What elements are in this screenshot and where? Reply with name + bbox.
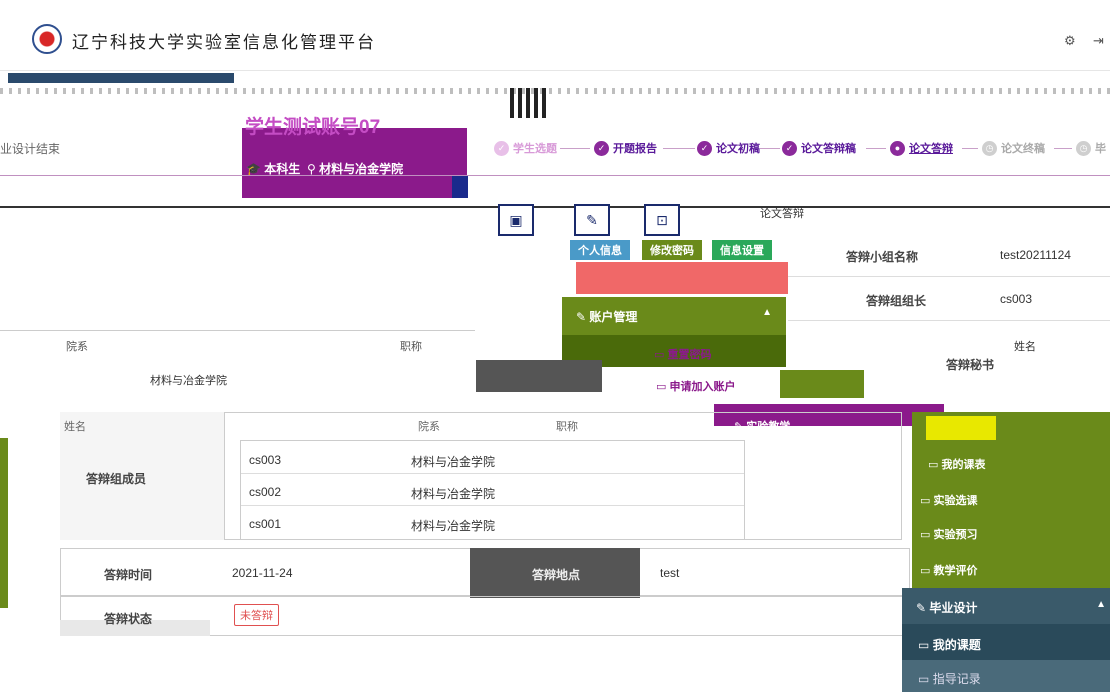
graduation-cap-icon: 🎓: [246, 162, 261, 176]
edit-icon: ✎: [916, 601, 927, 615]
overlay-block: [476, 360, 602, 392]
step-select[interactable]: ✓ 学生选题: [494, 140, 557, 156]
step-connector: [560, 148, 590, 149]
status-badge: 未答辩: [234, 604, 279, 626]
sidebar-item-evaluation[interactable]: ▭ 教学评价: [920, 562, 977, 578]
folder-icon: ▭: [920, 495, 931, 507]
row-divider: [788, 276, 1110, 277]
chevron-up-icon: ▲: [1096, 599, 1106, 610]
members-label: 答辩组成员: [86, 472, 147, 486]
student-level: 本科生: [264, 162, 301, 176]
sidebar-item-graduation[interactable]: ✎ 毕业设计 ▲: [902, 588, 1110, 624]
table-row: cs001 材料与冶金学院: [249, 517, 496, 533]
lock-icon[interactable]: ⊡: [644, 204, 680, 236]
noise-strip: [0, 88, 1110, 94]
step-defense-draft[interactable]: ✓ 论文答辩稿: [782, 140, 856, 156]
sidebar-item-preview[interactable]: ▭ 实验预习: [920, 526, 977, 542]
group-name-value: test20211124: [1000, 248, 1071, 262]
title-header: 职称: [400, 341, 422, 353]
table-header-line: [0, 330, 475, 331]
secretary-label: 答辩秘书: [946, 358, 995, 372]
step-final[interactable]: ◷ 论文终稿: [982, 140, 1045, 156]
check-icon: ✓: [782, 140, 797, 156]
platform-title: 辽宁科技大学实验室信息化管理平台: [72, 33, 376, 53]
overlay-block: [576, 262, 788, 294]
prev-step-label: 业设计结束: [0, 142, 61, 156]
name-column-header: 姓名: [1014, 341, 1036, 353]
sidebar-item-my-topic[interactable]: ▭ 我的课题: [902, 624, 1110, 660]
folder-icon: ▭: [920, 529, 931, 541]
sidebar-item-course-select[interactable]: ▭ 实验选课: [920, 492, 977, 508]
menu-reset-password[interactable]: ▭ 重置密码: [654, 346, 711, 362]
divider: [0, 206, 1110, 208]
members-dept-header: 院系: [418, 421, 440, 433]
folder-icon: ▭: [656, 381, 667, 393]
clock-icon: ◷: [982, 140, 997, 156]
divider: [0, 175, 1110, 176]
leader-label: 答辩组组长: [866, 294, 927, 308]
sidebar-highlight: [926, 416, 996, 440]
tag-change-password[interactable]: 修改密码: [642, 240, 702, 260]
step-connector: [1054, 148, 1072, 149]
time-value: 2021-11-24: [232, 566, 293, 580]
location-icon: ●: [890, 140, 905, 156]
members-title-header: 职称: [556, 421, 578, 433]
screen-icon[interactable]: ▣: [498, 204, 534, 236]
logout-icon[interactable]: ⇥: [1093, 33, 1104, 49]
folder-icon: ▭: [928, 459, 939, 471]
leader-value: cs003: [1000, 292, 1033, 306]
glitch-bars: [510, 88, 548, 118]
university-logo: [32, 24, 62, 54]
tag-info-settings[interactable]: 信息设置: [712, 240, 772, 260]
student-name: 学生测试账号07: [245, 117, 381, 138]
step-graduate[interactable]: ◷ 毕: [1076, 140, 1106, 156]
menu-account[interactable]: ✎ 账户管理 ▲: [562, 297, 786, 335]
check-icon: ✓: [494, 140, 509, 156]
overlay-block: [780, 370, 864, 398]
tag-personal-info[interactable]: 个人信息: [570, 240, 630, 260]
row-divider: [788, 320, 1110, 321]
step-proposal[interactable]: ✓ 开题报告: [594, 140, 657, 156]
members-list: cs003 材料与冶金学院 cs002 材料与冶金学院 cs001 材料与冶金学…: [240, 440, 745, 540]
place-label: 答辩地点: [532, 568, 581, 582]
step-defense[interactable]: ● 论文答辩: [890, 140, 953, 156]
nav-strip: [8, 73, 234, 83]
step-draft[interactable]: ✓ 论文初稿: [697, 140, 760, 156]
tab-defense[interactable]: 论文答辩: [760, 205, 804, 221]
step-connector: [663, 148, 695, 149]
time-label: 答辩时间: [104, 568, 153, 582]
table-row: cs003 材料与冶金学院: [241, 445, 744, 474]
student-college: 材料与冶金学院: [319, 162, 404, 176]
menu-apply-account[interactable]: ▭ 申请加入账户: [656, 378, 735, 394]
row-college: 材料与冶金学院: [150, 375, 227, 387]
sidebar-item-schedule[interactable]: ▭ 我的课表: [928, 456, 985, 472]
edit-icon: ✎: [576, 310, 587, 324]
folder-icon: ▭: [920, 565, 931, 577]
status-label: 答辩状态: [104, 612, 153, 626]
step-connector: [760, 148, 780, 149]
check-icon: ✓: [594, 140, 609, 156]
chevron-up-icon: ▲: [762, 307, 772, 318]
location-pin-icon: ⚲: [306, 162, 316, 176]
table-row: cs002 材料与冶金学院: [241, 477, 744, 506]
edit-icon[interactable]: ✎: [574, 204, 610, 236]
folder-icon: ▭: [918, 638, 930, 652]
check-icon: ✓: [697, 140, 712, 156]
group-name-label: 答辩小组名称: [846, 250, 919, 264]
step-connector: [866, 148, 886, 149]
card-stub: [452, 176, 468, 198]
sidebar-item-guide-records[interactable]: ▭ 指导记录: [902, 660, 1110, 692]
clock-icon: ◷: [1076, 140, 1091, 156]
folder-icon: ▭: [918, 672, 930, 686]
gear-icon[interactable]: ⚙: [1064, 33, 1076, 49]
folder-icon: ▭: [654, 349, 665, 361]
place-value: test: [660, 566, 680, 580]
dept-header: 院系: [66, 341, 88, 353]
members-name-header: 姓名: [64, 421, 86, 433]
step-connector: [962, 148, 978, 149]
overlay-block: [0, 438, 8, 608]
